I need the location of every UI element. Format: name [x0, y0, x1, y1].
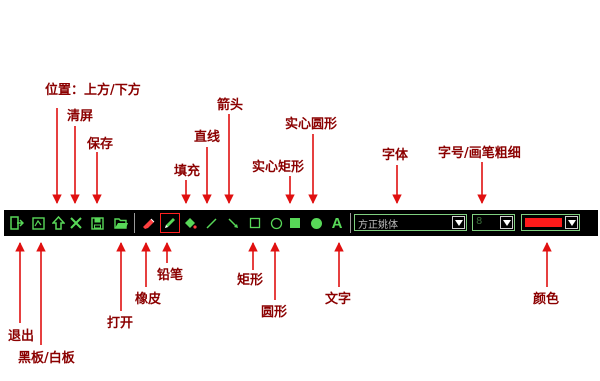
label-circle: 圆形	[261, 305, 288, 320]
exit-icon	[10, 216, 24, 230]
drawing-toolbar: A 方正姚体 8	[4, 210, 598, 236]
clear-button[interactable]	[67, 214, 85, 232]
label-filled-rect: 实心矩形	[252, 160, 305, 175]
label-clear: 清屏	[67, 109, 94, 124]
size-select-value: 8	[476, 216, 483, 227]
fill-icon	[185, 218, 197, 229]
position-icon	[51, 216, 65, 230]
open-button[interactable]	[112, 214, 130, 232]
label-size: 字号/画笔粗细	[438, 146, 521, 161]
font-select-value: 方正姚体	[358, 220, 398, 231]
circle-icon	[270, 217, 282, 229]
size-select[interactable]: 8	[472, 214, 515, 231]
save-icon	[90, 216, 104, 230]
filled-circle-icon	[310, 217, 322, 229]
label-font: 字体	[382, 148, 409, 163]
text-icon: A	[331, 214, 343, 232]
color-dropdown-button[interactable]	[565, 216, 578, 229]
chevron-down-icon	[454, 219, 463, 226]
size-dropdown-button[interactable]	[500, 216, 513, 229]
board-icon	[31, 216, 45, 230]
label-eraser: 橡皮	[135, 292, 162, 307]
color-select[interactable]	[521, 214, 580, 231]
rect-tool[interactable]	[246, 214, 264, 232]
label-open: 打开	[107, 316, 134, 331]
color-swatch	[525, 218, 562, 227]
fill-tool[interactable]	[181, 214, 199, 232]
chevron-down-icon	[567, 219, 576, 226]
arrow-tool[interactable]	[224, 214, 242, 232]
label-line: 直线	[194, 130, 221, 145]
toolbar-separator	[350, 213, 351, 233]
annotation-arrows	[15, 108, 552, 345]
label-color: 颜色	[533, 292, 560, 307]
toolbar-separator	[134, 213, 135, 233]
label-save: 保存	[87, 137, 114, 152]
label-filled-circle: 实心圆形	[285, 117, 338, 132]
save-button[interactable]	[88, 214, 106, 232]
chevron-down-icon	[502, 219, 511, 226]
font-dropdown-button[interactable]	[452, 216, 465, 229]
clear-icon	[70, 217, 82, 229]
line-icon	[205, 217, 217, 229]
eraser-tool[interactable]	[140, 214, 158, 232]
label-position: 位置：上方/下方	[45, 83, 141, 98]
pencil-tool[interactable]	[160, 213, 180, 233]
eraser-icon	[143, 218, 155, 229]
position-toggle-button[interactable]	[49, 214, 67, 232]
label-text: 文字	[325, 292, 352, 307]
line-tool[interactable]	[202, 214, 220, 232]
rect-icon	[249, 217, 261, 229]
label-fill: 填充	[174, 164, 201, 179]
circle-tool[interactable]	[267, 214, 285, 232]
label-rect: 矩形	[237, 273, 264, 288]
open-icon	[113, 217, 128, 229]
arrow-icon	[227, 217, 238, 228]
board-toggle-button[interactable]	[29, 214, 47, 232]
filled-rect-icon	[290, 218, 300, 228]
pencil-icon	[165, 218, 175, 228]
filled-rect-tool[interactable]	[286, 214, 304, 232]
font-select[interactable]: 方正姚体	[354, 214, 467, 231]
label-arrow: 箭头	[217, 98, 244, 113]
label-pencil: 铅笔	[157, 268, 184, 283]
label-board: 黑板/白板	[18, 351, 75, 366]
text-tool[interactable]: A	[328, 214, 346, 232]
exit-button[interactable]	[8, 214, 26, 232]
label-exit: 退出	[8, 329, 35, 344]
filled-circle-tool[interactable]	[307, 214, 325, 232]
